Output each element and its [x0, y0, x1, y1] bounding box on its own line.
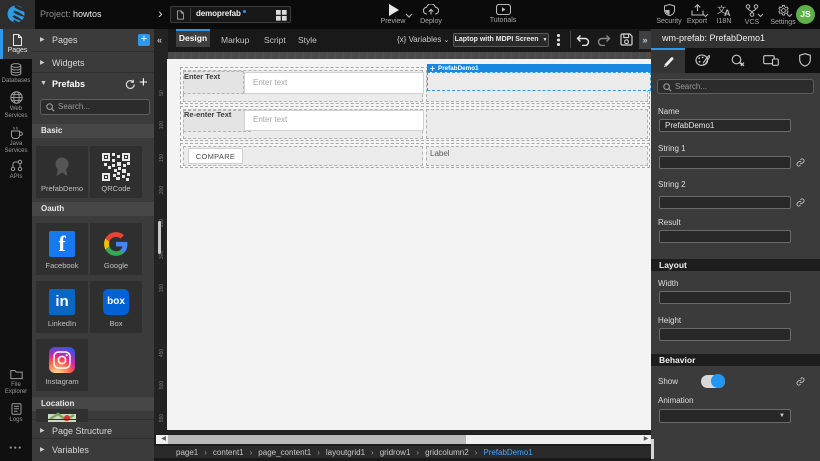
svg-text:A: A — [724, 8, 731, 16]
